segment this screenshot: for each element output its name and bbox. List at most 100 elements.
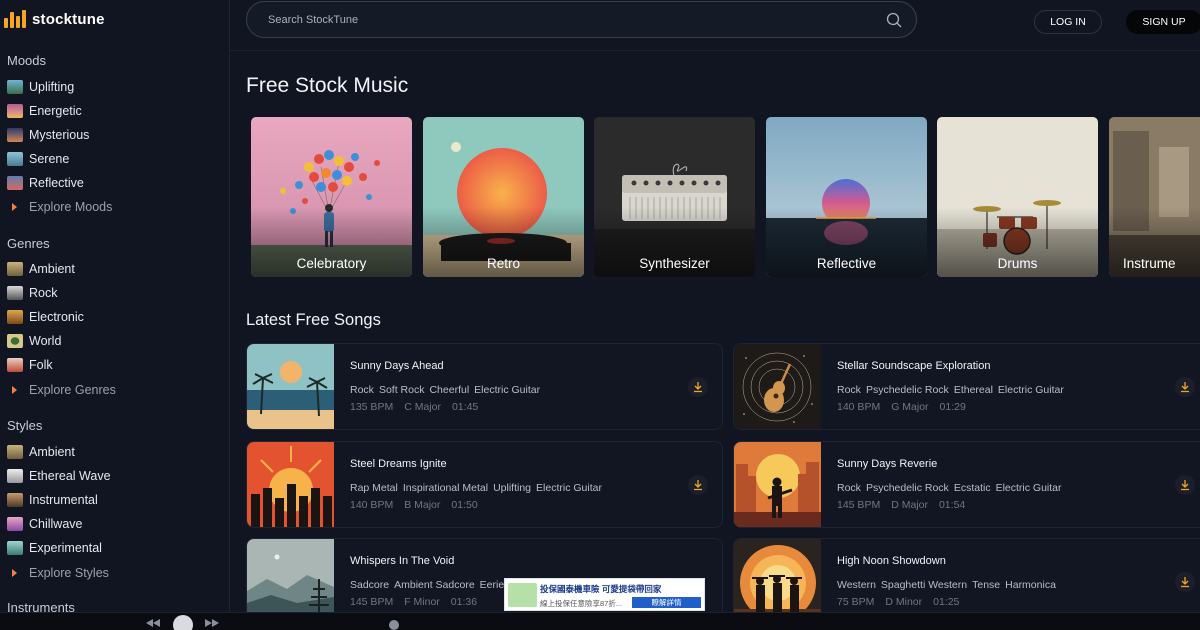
player-controls [146, 615, 399, 630]
explore-moods-link[interactable]: Explore Moods [7, 197, 112, 217]
category-card-instrumental[interactable]: Instrume [1109, 117, 1200, 277]
logo-bars-icon [4, 10, 26, 28]
sidebar-item-experimental[interactable]: Experimental [7, 538, 102, 558]
sidebar-item-ethereal-wave[interactable]: Ethereal Wave [7, 466, 111, 486]
progress-handle[interactable] [389, 620, 399, 630]
sidebar-item-energetic[interactable]: Energetic [7, 101, 82, 121]
song-key: G Major [891, 401, 929, 413]
song-key: B Major [404, 499, 441, 511]
category-card-reflective[interactable]: Reflective [766, 117, 927, 277]
tag[interactable]: Ethereal [954, 384, 993, 396]
tag[interactable]: Electric Guitar [996, 482, 1062, 494]
next-icon[interactable] [205, 619, 219, 627]
header-divider [230, 50, 1200, 51]
sidebar-item-world[interactable]: World [7, 331, 61, 351]
download-button[interactable] [1175, 475, 1195, 495]
play-button[interactable] [173, 615, 193, 630]
sidebar-item-ambient[interactable]: Ambient [7, 259, 75, 279]
song-bpm: 140 BPM [837, 401, 881, 413]
download-button[interactable] [688, 475, 708, 495]
tag[interactable]: Tense [972, 579, 1000, 591]
explore-styles-link[interactable]: Explore Styles [7, 563, 109, 583]
brand-logo[interactable]: stocktune [4, 8, 105, 30]
search-bar[interactable] [246, 1, 917, 38]
world-thumbnail [7, 334, 23, 348]
tag[interactable]: Psychedelic Rock [866, 482, 949, 494]
tag[interactable]: Rap Metal [350, 482, 398, 494]
sidebar-item-chillwave[interactable]: Chillwave [7, 514, 83, 534]
download-icon [1181, 382, 1189, 393]
sidebar-item-instrumental[interactable]: Instrumental [7, 490, 98, 510]
download-button[interactable] [1175, 377, 1195, 397]
player-bar [0, 612, 1200, 630]
category-card-retro[interactable]: Retro [423, 117, 584, 277]
folk-thumbnail [7, 358, 23, 372]
search-input[interactable] [268, 13, 886, 26]
search-icon[interactable] [886, 12, 902, 28]
sidebar-item-label: World [29, 334, 62, 348]
sidebar-item-electronic[interactable]: Electronic [7, 307, 84, 327]
song-tags: Rock Soft Rock Cheerful Electric Guitar [350, 384, 540, 396]
song-tags: Rock Psychedelic Rock Ecstatic Electric Gui… [837, 482, 1062, 494]
tag[interactable]: Psychedelic Rock [866, 384, 949, 396]
caret-right-icon [12, 203, 17, 211]
tag[interactable]: Ecstatic [954, 482, 991, 494]
tag[interactable]: Inspirational Metal [403, 482, 488, 494]
sidebar-item-label: Experimental [29, 541, 102, 555]
song-tags: Western Spaghetti Western Tense Harmonica [837, 579, 1056, 591]
song-meta: 75 BPM D Minor 01:25 [837, 596, 959, 608]
tag[interactable]: Eerie [480, 579, 505, 591]
tag[interactable]: Electric Guitar [998, 384, 1064, 396]
sidebar-item-reflective[interactable]: Reflective [7, 173, 84, 193]
song-bpm: 75 BPM [837, 596, 875, 608]
song-card-sunny-days-reverie[interactable]: Sunny Days Reverie Rock Psychedelic Rock E… [733, 441, 1200, 528]
tag[interactable]: Electric Guitar [474, 384, 540, 396]
tag[interactable]: Uplifting [493, 482, 531, 494]
sidebar-item-label: Chillwave [29, 517, 83, 531]
song-card-steel-dreams-ignite[interactable]: Steel Dreams Ignite Rap Metal Inspiration… [246, 441, 723, 528]
song-bpm: 140 BPM [350, 499, 394, 511]
sidebar-item-rock[interactable]: Rock [7, 283, 57, 303]
song-title: Sunny Days Reverie [837, 458, 938, 470]
ambient-style-thumbnail [7, 445, 23, 459]
download-button[interactable] [688, 377, 708, 397]
tag[interactable]: Soft Rock [379, 384, 425, 396]
explore-genres-link[interactable]: Explore Genres [7, 380, 116, 400]
tag[interactable]: Western [837, 579, 876, 591]
sidebar-item-label: Ambient [29, 445, 75, 459]
sidebar-item-label: Energetic [29, 104, 82, 118]
sidebar-item-style-ambient[interactable]: Ambient [7, 442, 75, 462]
song-key: D Minor [885, 596, 923, 608]
song-artwork [247, 344, 334, 429]
styles-heading: Styles [7, 418, 43, 433]
tag[interactable]: Cheerful [429, 384, 469, 396]
previous-icon[interactable] [146, 619, 160, 627]
category-card-celebratory[interactable]: Celebratory [251, 117, 412, 277]
sidebar-item-mysterious[interactable]: Mysterious [7, 125, 89, 145]
category-card-drums[interactable]: Drums [937, 117, 1098, 277]
tag[interactable]: Ambient Sadcore [394, 579, 475, 591]
tag[interactable]: Rock [837, 384, 861, 396]
category-card-synthesizer[interactable]: Synthesizer [594, 117, 755, 277]
explore-genres-label: Explore Genres [29, 383, 116, 397]
instrumental-thumbnail [7, 493, 23, 507]
download-icon [1181, 480, 1189, 491]
ad-cta-button[interactable]: 瞭解詳情 [632, 597, 701, 608]
sidebar-item-serene[interactable]: Serene [7, 149, 69, 169]
tag[interactable]: Harmonica [1005, 579, 1056, 591]
song-duration: 01:25 [933, 596, 960, 608]
sidebar-item-folk[interactable]: Folk [7, 355, 53, 375]
tag[interactable]: Spaghetti Western [881, 579, 967, 591]
login-button[interactable]: LOG IN [1034, 10, 1102, 34]
tag[interactable]: Electric Guitar [536, 482, 602, 494]
tag[interactable]: Rock [837, 482, 861, 494]
download-button[interactable] [1175, 572, 1195, 592]
ad-banner[interactable]: 投保國泰機車險 可愛提袋帶回家 線上投保任意險享87折... 瞭解詳情 [504, 578, 705, 611]
sidebar-item-uplifting[interactable]: Uplifting [7, 77, 74, 97]
song-card-stellar-soundscape[interactable]: Stellar Soundscape Exploration Rock Psych… [733, 343, 1200, 430]
latest-songs-heading: Latest Free Songs [246, 311, 381, 329]
tag[interactable]: Sadcore [350, 579, 389, 591]
song-card-sunny-days-ahead[interactable]: Sunny Days Ahead Rock Soft Rock Cheerful El… [246, 343, 723, 430]
signup-button[interactable]: SIGN UP [1126, 10, 1200, 34]
tag[interactable]: Rock [350, 384, 374, 396]
